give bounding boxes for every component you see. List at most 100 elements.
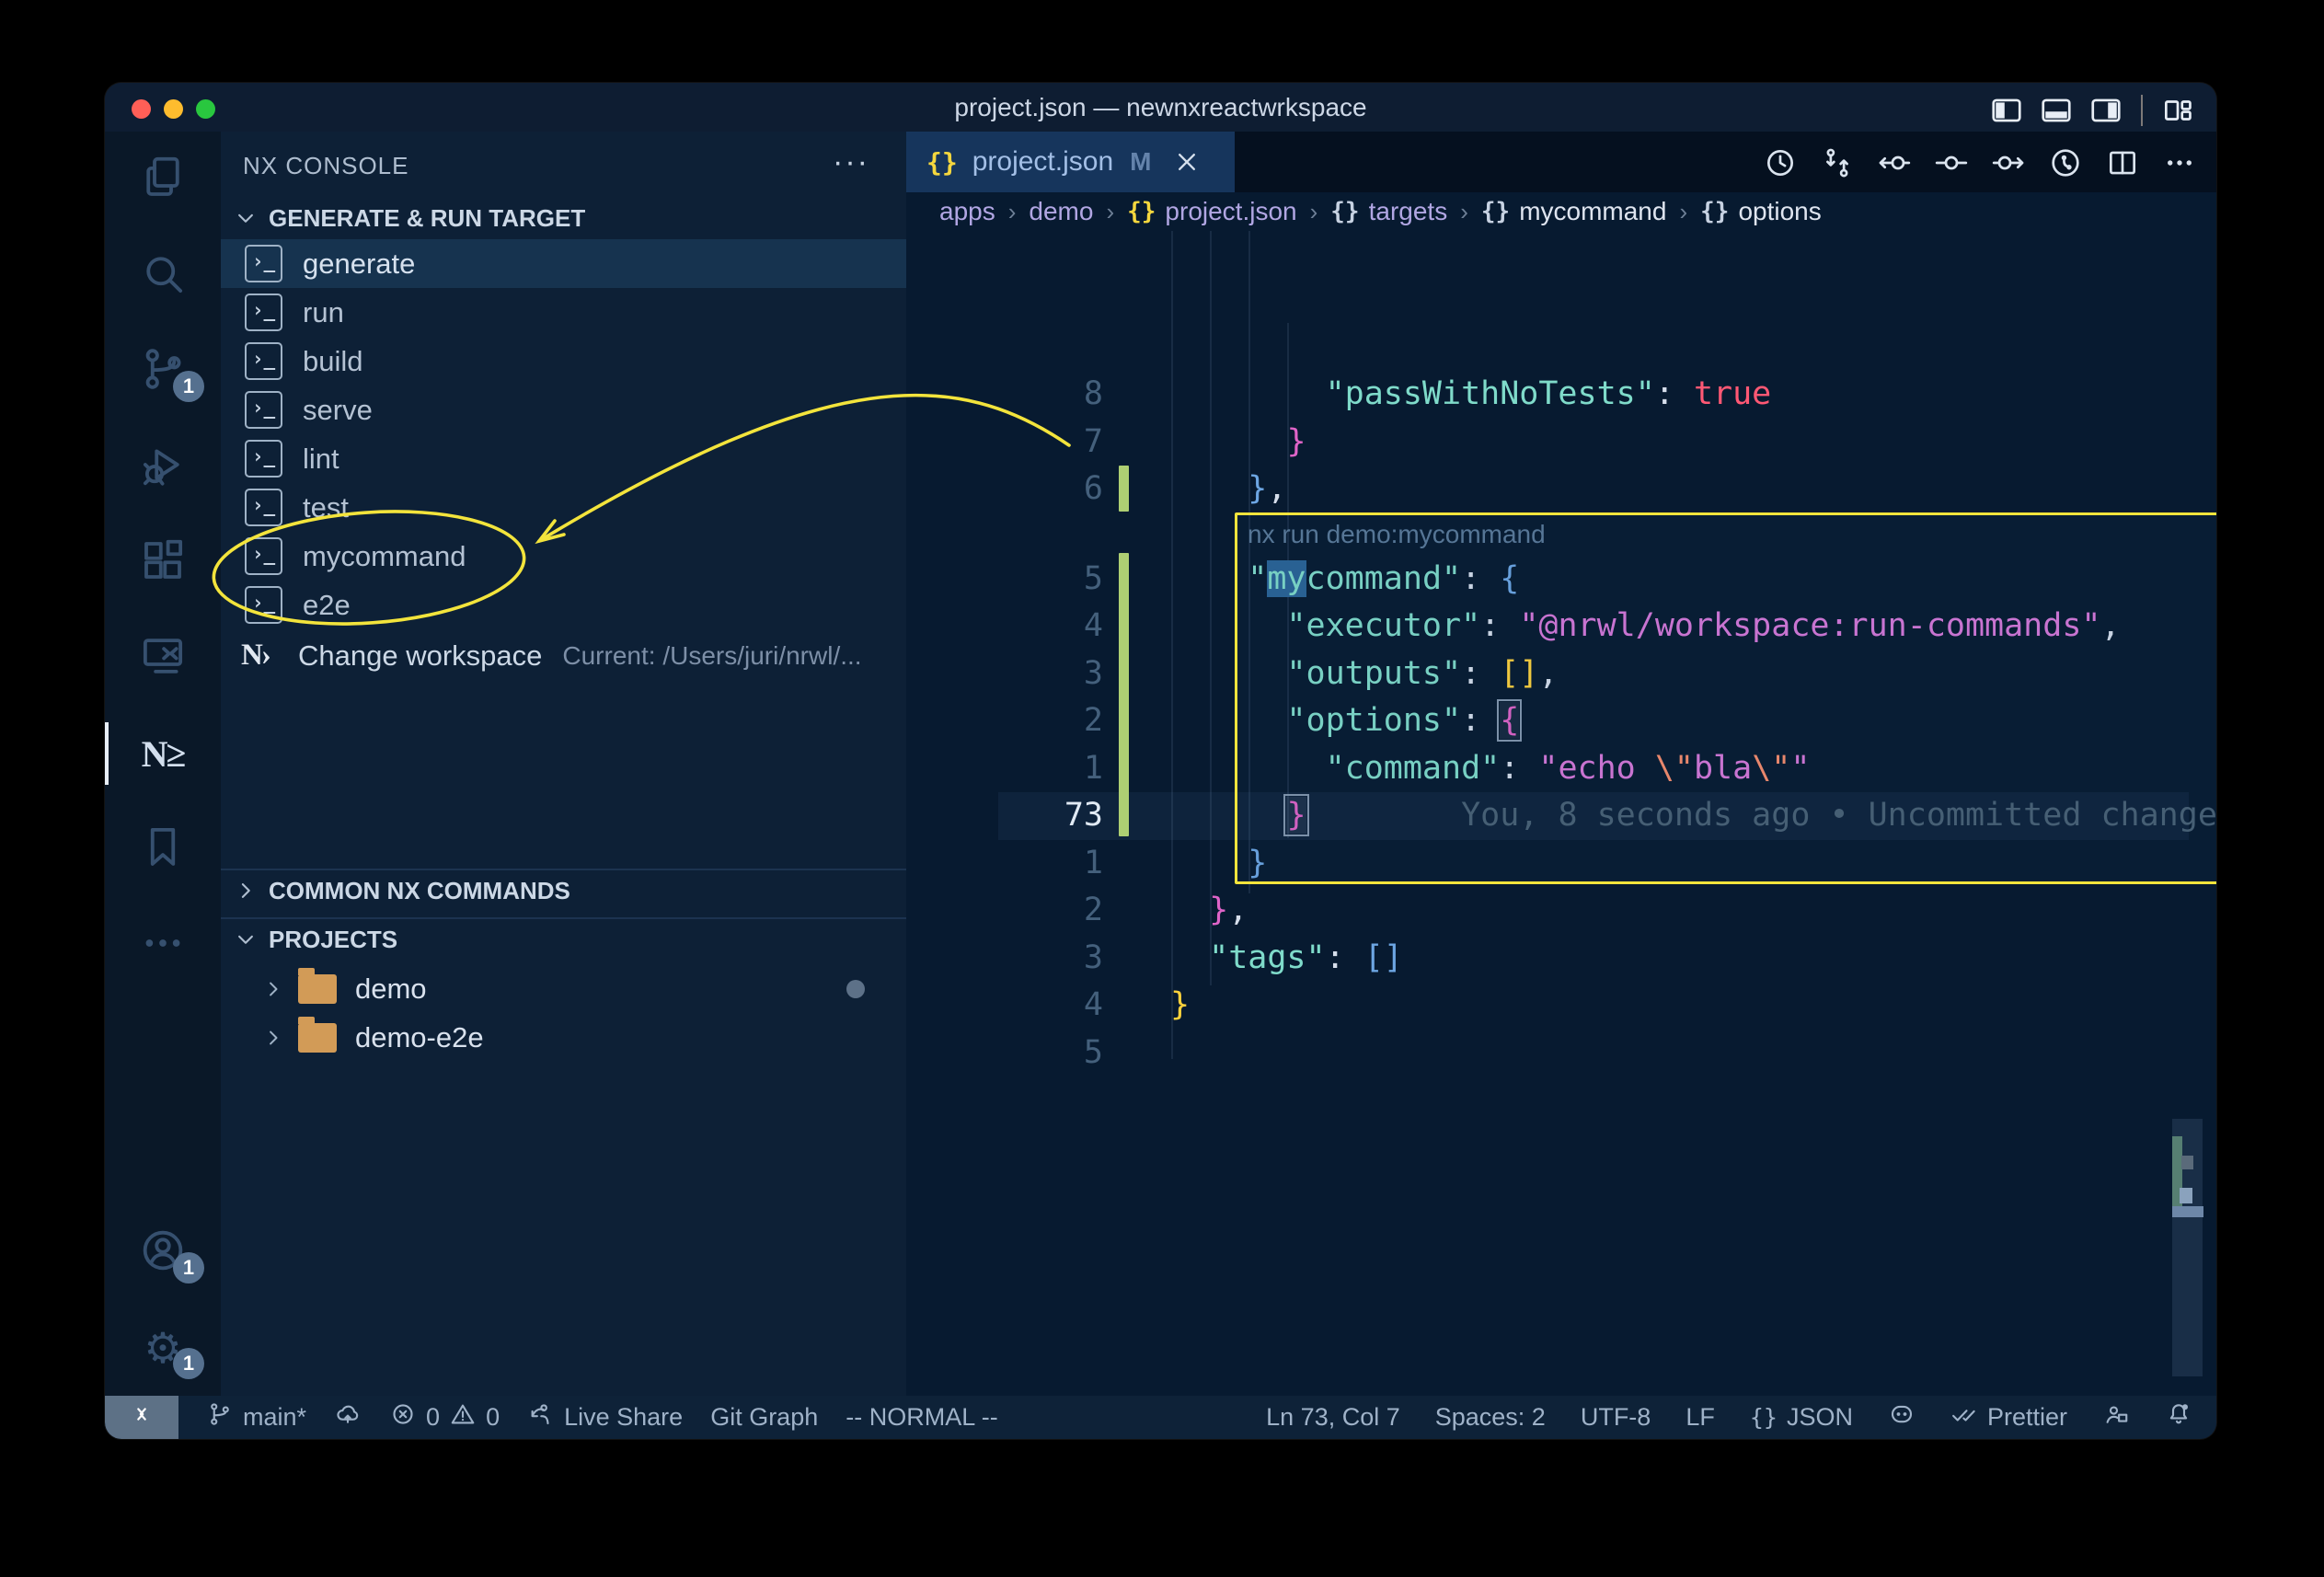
activity-search[interactable]: [105, 227, 221, 323]
target-run[interactable]: ›_run: [221, 288, 906, 337]
breadcrumb-targets[interactable]: targets: [1369, 197, 1448, 226]
folder-icon: [298, 1023, 337, 1053]
double-check-icon: [1950, 1400, 1978, 1434]
previous-change-icon[interactable]: [1870, 144, 1918, 182]
target-lint[interactable]: ›_lint: [221, 434, 906, 483]
change-workspace-label: Change workspace: [298, 639, 542, 673]
activity-bar-bottom: 1⚙1: [105, 1204, 221, 1396]
target-label: run: [303, 296, 344, 329]
breadcrumb-separator: ›: [1106, 198, 1114, 226]
toggle-sidebar-right-icon[interactable]: [2088, 92, 2124, 129]
toggle-panel-icon[interactable]: [2038, 92, 2075, 129]
section-projects[interactable]: PROJECTS: [221, 917, 906, 960]
breadcrumb-separator: ›: [1310, 198, 1318, 226]
activity-source-control[interactable]: 1: [105, 323, 221, 419]
change-workspace-item[interactable]: N› Change workspace Current: /Users/juri/n…: [221, 631, 906, 680]
vim-mode-status[interactable]: -- NORMAL --: [846, 1403, 997, 1432]
activity-settings[interactable]: ⚙1: [105, 1300, 221, 1396]
activity-nx-console[interactable]: N≥: [105, 706, 221, 801]
badge: 1: [173, 1348, 204, 1379]
breadcrumb: apps›demo›{}project.json›{}targets›{}myc…: [906, 192, 2216, 231]
more-actions-icon[interactable]: [2156, 144, 2203, 182]
formatter-label: Prettier: [1987, 1403, 2067, 1432]
activity-run-debug[interactable]: [105, 419, 221, 514]
line-number: 7: [1011, 419, 1103, 466]
eol-status[interactable]: LF: [1685, 1403, 1715, 1432]
feedback-status[interactable]: [2102, 1400, 2130, 1434]
activity-accounts[interactable]: 1: [105, 1204, 221, 1300]
gitlens-icon[interactable]: [2042, 144, 2089, 182]
target-serve[interactable]: ›_serve: [221, 386, 906, 434]
notifications-status[interactable]: [2165, 1400, 2192, 1434]
tab-project-json[interactable]: {} project.json M: [906, 132, 1235, 192]
files-icon: [138, 153, 188, 207]
target-label: test: [303, 491, 349, 524]
indentation-label: Spaces: 2: [1435, 1403, 1546, 1432]
badge: 1: [173, 1252, 204, 1283]
extensions-icon: [138, 535, 188, 590]
project-demo-e2e[interactable]: demo-e2e: [221, 1013, 906, 1062]
current-change-icon[interactable]: [1927, 144, 1975, 182]
json-braces-icon: {}: [1700, 198, 1729, 225]
sidebar-title: NX CONSOLE: [243, 152, 409, 180]
customize-layout-icon[interactable]: [2159, 92, 2196, 129]
section-generate-run-target[interactable]: GENERATE & RUN TARGET: [221, 198, 906, 238]
project-demo[interactable]: demo: [221, 964, 906, 1013]
line-number: 73: [1011, 792, 1103, 840]
line-number: 8: [1011, 371, 1103, 419]
tab-close-icon[interactable]: [1171, 146, 1202, 178]
split-editor-icon[interactable]: [2099, 144, 2146, 182]
target-build[interactable]: ›_build: [221, 337, 906, 386]
breadcrumb-separator: ›: [1679, 198, 1687, 226]
code-line: 5: [906, 1030, 2216, 1077]
breadcrumb-demo[interactable]: demo: [1029, 197, 1093, 226]
activity-extensions[interactable]: [105, 514, 221, 610]
code-text: }: [1170, 982, 1190, 1030]
line-number: 5: [1011, 1030, 1103, 1077]
chevron-down-icon: [230, 924, 261, 955]
code-editor[interactable]: 8 "passWithNoTests": true7 }6 },nx run d…: [906, 231, 2216, 1396]
breadcrumb-project.json[interactable]: project.json: [1165, 197, 1296, 226]
line-number: 6: [1011, 466, 1103, 513]
nx-icon: N›: [241, 639, 285, 673]
section-common-nx-commands[interactable]: COMMON NX COMMANDS: [221, 869, 906, 911]
remote-indicator[interactable]: [105, 1396, 178, 1439]
sidebar-more-actions-icon[interactable]: ···: [833, 144, 869, 180]
terminal-icon: ›_: [245, 440, 282, 478]
copilot-status[interactable]: [1888, 1400, 1916, 1434]
cursor-position-status[interactable]: Ln 73, Col 7: [1266, 1403, 1400, 1432]
compare-changes-icon[interactable]: [1813, 144, 1861, 182]
target-test[interactable]: ›_ test: [221, 483, 906, 532]
encoding-status[interactable]: UTF-8: [1581, 1403, 1651, 1432]
problems-status[interactable]: 0 0: [389, 1400, 500, 1434]
language-mode-status[interactable]: {} JSON: [1750, 1403, 1853, 1432]
activity-bookmarks[interactable]: [105, 801, 221, 897]
breadcrumb-apps[interactable]: apps: [939, 197, 995, 226]
publish-status[interactable]: [334, 1400, 362, 1434]
next-change-icon[interactable]: [1985, 144, 2032, 182]
git-graph-status[interactable]: Git Graph: [710, 1403, 818, 1432]
terminal-icon: ›_: [245, 489, 282, 526]
formatter-status[interactable]: Prettier: [1950, 1400, 2067, 1434]
live-share-label: Live Share: [564, 1403, 683, 1432]
activity-remote-explorer[interactable]: [105, 610, 221, 706]
breadcrumb-options[interactable]: options: [1738, 197, 1821, 226]
target-e2e[interactable]: ›_e2e: [221, 581, 906, 629]
activity-more-views[interactable]: [105, 897, 221, 993]
toggle-sidebar-left-icon[interactable]: [1988, 92, 2025, 129]
breadcrumb-mycommand[interactable]: mycommand: [1519, 197, 1666, 226]
activity-explorer[interactable]: [105, 132, 221, 227]
cursor-position: Ln 73, Col 7: [1266, 1403, 1400, 1432]
target-generate[interactable]: ›_generate: [221, 239, 906, 288]
target-mycommand[interactable]: ›_mycommand: [221, 532, 906, 581]
live-share-status[interactable]: Live Share: [527, 1400, 683, 1434]
live-share-icon: [527, 1400, 555, 1434]
timeline-history-icon[interactable]: [1756, 144, 1804, 182]
change-workspace-detail: Current: /Users/juri/nrwl/...: [562, 641, 861, 671]
indentation-status[interactable]: Spaces: 2: [1435, 1403, 1546, 1432]
titlebar-layout-controls: [1988, 92, 2196, 129]
line-number: 4: [1011, 603, 1103, 650]
branch-status[interactable]: main*: [206, 1400, 306, 1434]
folder-icon: [298, 974, 337, 1004]
vscode-window: project.json — newnxreactwrkspace 1N≥1⚙1…: [105, 83, 2216, 1439]
